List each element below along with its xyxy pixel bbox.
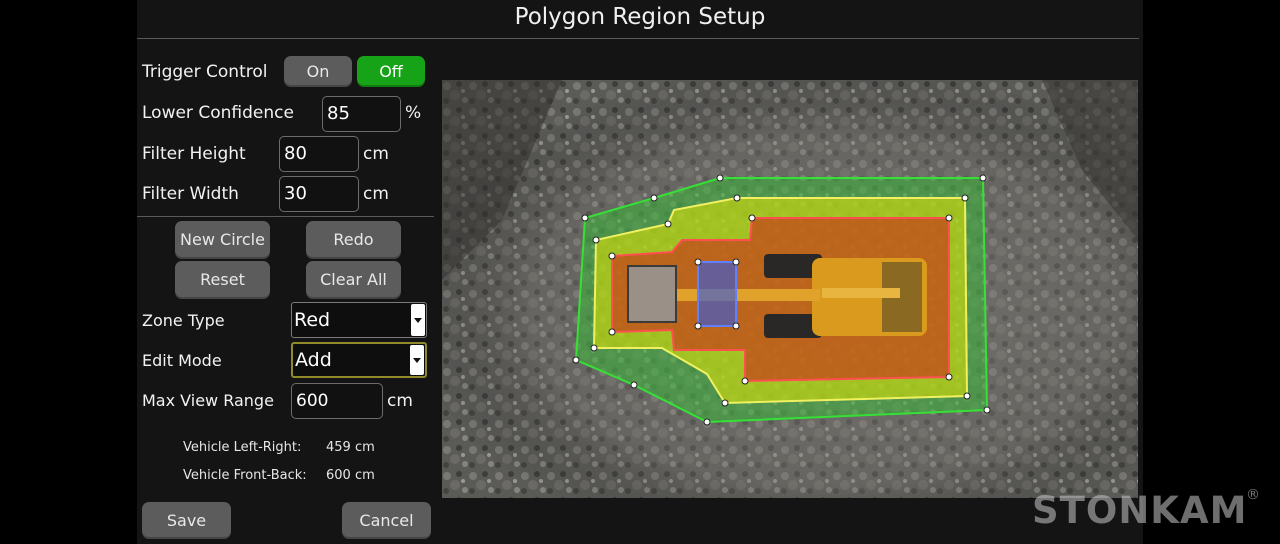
filter-width-label: Filter Width — [142, 184, 239, 204]
trigger-off-button[interactable]: Off — [357, 56, 425, 87]
vertex-handle[interactable] — [732, 258, 740, 266]
section-divider — [137, 216, 434, 217]
filter-height-unit: cm — [363, 144, 389, 164]
page-title: Polygon Region Setup — [514, 4, 766, 30]
clear-all-button[interactable]: Clear All — [306, 261, 401, 299]
vertex-handle[interactable] — [630, 381, 638, 389]
max-view-range-label: Max View Range — [142, 391, 274, 410]
zone-type-value: Red — [294, 309, 331, 331]
trigger-on-button[interactable]: On — [284, 56, 352, 87]
blue-zone-polygon[interactable] — [697, 261, 737, 327]
max-view-range-unit: cm — [387, 391, 413, 411]
vertex-handle[interactable] — [963, 392, 971, 400]
region-canvas[interactable] — [442, 80, 1138, 498]
lower-confidence-label: Lower Confidence — [142, 103, 294, 123]
vertex-handle[interactable] — [592, 236, 600, 244]
new-circle-button[interactable]: New Circle — [175, 221, 270, 259]
title-divider — [137, 38, 1139, 39]
zone-type-label: Zone Type — [142, 311, 225, 330]
filter-height-label: Filter Height — [142, 144, 246, 164]
vertex-handle[interactable] — [732, 322, 740, 330]
vertex-handle[interactable] — [572, 356, 580, 364]
chevron-down-icon — [410, 345, 424, 375]
camera-view[interactable] — [442, 80, 1138, 498]
vertex-handle[interactable] — [703, 418, 711, 426]
vertex-handle[interactable] — [608, 252, 616, 260]
vertex-handle[interactable] — [945, 373, 953, 381]
vertex-handle[interactable] — [979, 174, 987, 182]
reset-button[interactable]: Reset — [175, 261, 270, 299]
vertex-handle[interactable] — [590, 344, 598, 352]
vertex-handle[interactable] — [721, 399, 729, 407]
vertex-handle[interactable] — [650, 194, 658, 202]
vertex-handle[interactable] — [694, 322, 702, 330]
filter-height-field[interactable]: 80 — [279, 136, 359, 172]
redo-button[interactable]: Redo — [306, 221, 401, 259]
filter-width-unit: cm — [363, 184, 389, 204]
vehicle-left-right-value: 459 cm — [326, 440, 375, 455]
vertex-handle[interactable] — [733, 194, 741, 202]
vertex-handle[interactable] — [581, 214, 589, 222]
vehicle-left-right-label: Vehicle Left-Right: — [183, 440, 302, 455]
lower-confidence-unit: % — [405, 103, 422, 123]
filter-width-field[interactable]: 30 — [279, 176, 359, 212]
registered-mark: ® — [1246, 487, 1260, 503]
lower-confidence-field[interactable]: 85 — [322, 96, 401, 132]
vertex-handle[interactable] — [748, 214, 756, 222]
vertex-handle[interactable] — [961, 194, 969, 202]
stonkam-logo: STONKAM — [1032, 489, 1248, 532]
edit-mode-label: Edit Mode — [142, 351, 222, 370]
vertex-handle[interactable] — [983, 406, 991, 414]
edit-mode-value: Add — [295, 349, 332, 371]
vertex-handle[interactable] — [741, 377, 749, 385]
vertex-handle[interactable] — [664, 220, 672, 228]
vehicle-front-back-label: Vehicle Front-Back: — [183, 468, 307, 483]
vertex-handle[interactable] — [716, 174, 724, 182]
trigger-control-label: Trigger Control — [142, 62, 268, 82]
zone-type-select[interactable]: Red — [291, 302, 427, 338]
vehicle-front-back-value: 600 cm — [326, 468, 375, 483]
cancel-button[interactable]: Cancel — [342, 502, 431, 539]
chevron-down-icon — [411, 304, 425, 336]
vertex-handle[interactable] — [945, 214, 953, 222]
vertex-handle[interactable] — [694, 258, 702, 266]
max-view-range-field[interactable]: 600 — [291, 383, 383, 419]
edit-mode-select[interactable]: Add — [291, 342, 427, 378]
vertex-handle[interactable] — [608, 328, 616, 336]
save-button[interactable]: Save — [142, 502, 231, 539]
